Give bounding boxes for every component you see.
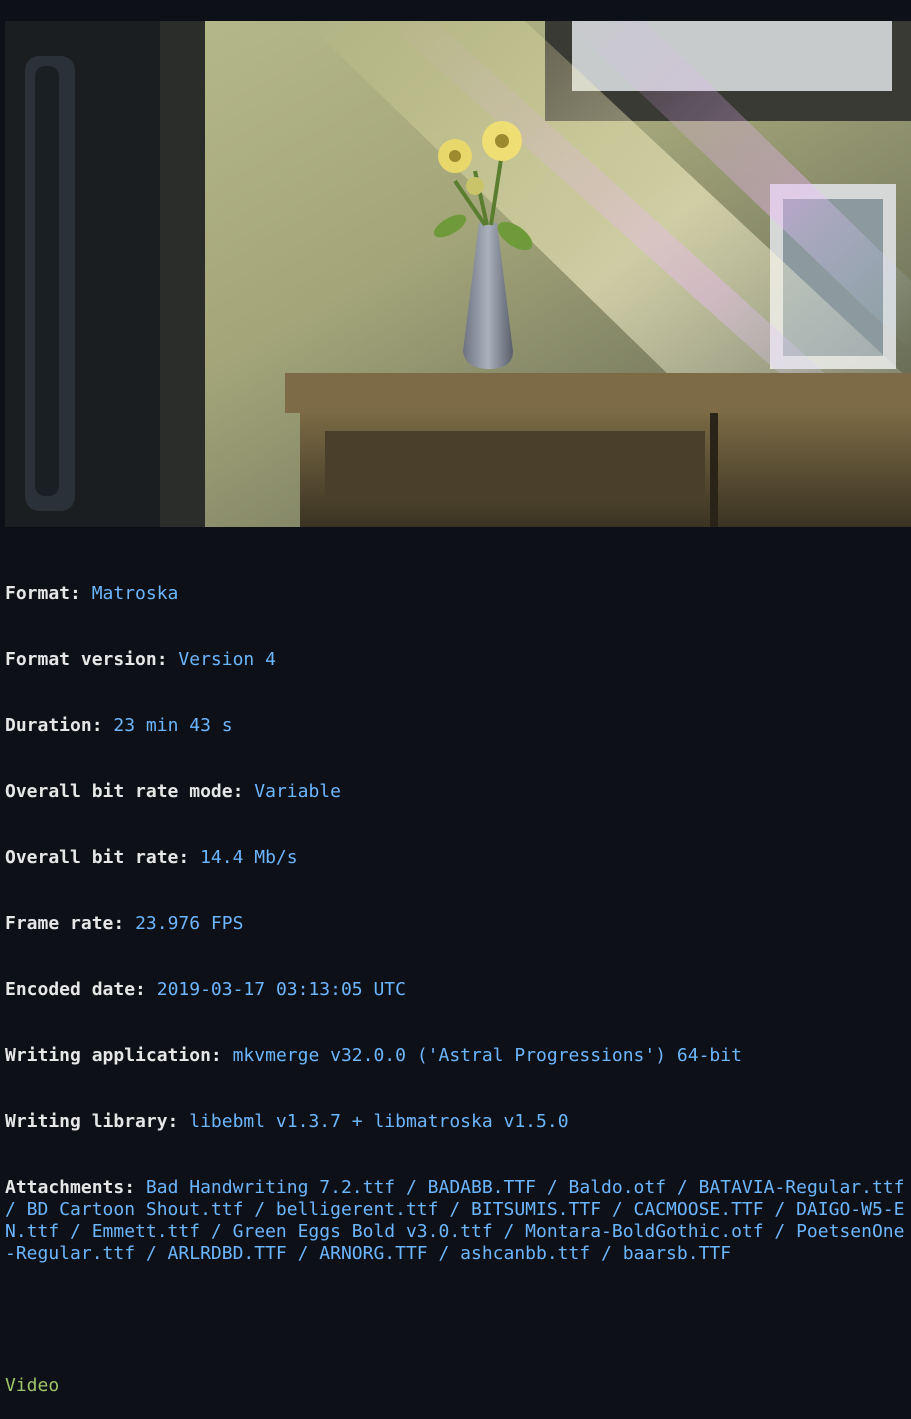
info-value: Version 4 xyxy=(178,649,276,670)
info-key: Format version: xyxy=(5,649,168,670)
anime-scene-image xyxy=(5,21,911,527)
info-key: Attachments: xyxy=(5,1177,136,1198)
info-row-writing-library: Writing library: libebml v1.3.7 + libmat… xyxy=(5,1111,911,1133)
info-value: Variable xyxy=(254,781,341,802)
info-row-bit-rate-mode: Overall bit rate mode: Variable xyxy=(5,781,911,803)
info-row-bit-rate: Overall bit rate: 14.4 Mb/s xyxy=(5,847,911,869)
info-key: Overall bit rate: xyxy=(5,847,190,868)
info-row-frame-rate: Frame rate: 23.976 FPS xyxy=(5,913,911,935)
info-row-writing-application: Writing application: mkvmerge v32.0.0 ('… xyxy=(5,1045,911,1067)
info-row-duration: Duration: 23 min 43 s xyxy=(5,715,911,737)
info-key: Overall bit rate mode: xyxy=(5,781,244,802)
info-row-format: Format: Matroska xyxy=(5,583,911,605)
info-row-format-version: Format version: Version 4 xyxy=(5,649,911,671)
media-info-panel: Format: Matroska Format version: Version… xyxy=(5,539,911,1419)
info-row-encoded-date: Encoded date: 2019-03-17 03:13:05 UTC xyxy=(5,979,911,1001)
info-key: Frame rate: xyxy=(5,913,125,934)
info-key: Encoded date: xyxy=(5,979,146,1000)
section-heading-video: Video xyxy=(5,1375,60,1396)
info-value: libebml v1.3.7 + libmatroska v1.5.0 xyxy=(189,1111,569,1132)
info-row-attachments: Attachments: Bad Handwriting 7.2.ttf / B… xyxy=(5,1177,911,1265)
info-key: Format: xyxy=(5,583,81,604)
info-value: 23.976 FPS xyxy=(135,913,244,934)
info-value: mkvmerge v32.0.0 ('Astral Progressions')… xyxy=(232,1045,742,1066)
info-value: 2019-03-17 03:13:05 UTC xyxy=(156,979,406,1000)
info-key: Writing library: xyxy=(5,1111,179,1132)
info-key: Writing application: xyxy=(5,1045,222,1066)
info-value: Matroska xyxy=(91,583,179,604)
info-value: 23 min 43 s xyxy=(113,715,233,736)
info-value: 14.4 Mb/s xyxy=(200,847,298,868)
video-thumbnail xyxy=(5,21,911,527)
attachments-list: Bad Handwriting 7.2.ttf / BADABB.TTF / B… xyxy=(5,1177,905,1264)
info-key: Duration: xyxy=(5,715,103,736)
